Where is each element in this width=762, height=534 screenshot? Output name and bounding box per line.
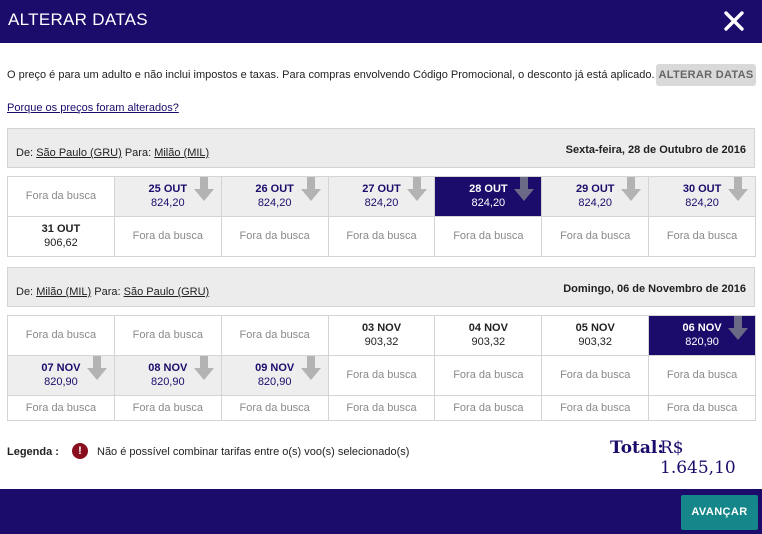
date-cell-unavailable: Fora da busca — [542, 356, 650, 396]
date-cell-unavailable: Fora da busca — [649, 396, 757, 421]
outbound-date: Sexta-feira, 28 de Outubro de 2016 — [565, 144, 746, 156]
date-cell[interactable]: 25 OUT 824,20 — [114, 177, 222, 217]
legend-text: Não é possível combinar tarifas entre o(… — [97, 446, 410, 458]
date-row: Fora da busca Fora da busca Fora da busca F… — [8, 396, 757, 421]
to-city: São Paulo (GRU) — [123, 286, 210, 298]
date-cell-unavailable: Fora da busca — [435, 396, 543, 421]
from-label: De: — [16, 147, 34, 159]
outbound-route: De: São Paulo (GRU) Para: Milão (MIL) — [16, 147, 209, 159]
to-label: Para: — [94, 286, 121, 298]
date-cell[interactable]: 27 OUT 824,20 — [328, 177, 436, 217]
to-city: Milão (MIL) — [154, 147, 210, 159]
price-drop-arrow-icon — [406, 177, 428, 203]
date-cell-selected[interactable]: 06 NOV 820,90 — [649, 316, 757, 356]
cell-date: 03 NOV — [361, 322, 402, 334]
price-drop-arrow-icon — [727, 316, 749, 342]
price-drop-arrow-icon — [727, 177, 749, 203]
return-route: De: Milão (MIL) Para: São Paulo (GRU) — [16, 286, 209, 298]
price-drop-arrow-icon — [193, 356, 215, 382]
date-cell-unavailable: Fora da busca — [435, 217, 543, 257]
date-cell-unavailable: Fora da busca — [328, 217, 436, 257]
from-city: São Paulo (GRU) — [36, 147, 122, 159]
total-label: Total: — [610, 438, 664, 458]
return-leg-header: De: Milão (MIL) Para: São Paulo (GRU) Do… — [7, 267, 755, 307]
date-cell-unavailable: Fora da busca — [221, 396, 329, 421]
date-cell[interactable]: 31 OUT 906,62 — [8, 217, 115, 257]
price-drop-arrow-icon — [300, 356, 322, 382]
date-cell-unavailable: Fora da busca — [328, 396, 436, 421]
date-cell-unavailable: Fora da busca — [8, 396, 115, 421]
date-row: Fora da busca Fora da busca Fora da busca 0… — [8, 316, 757, 356]
legend-label: Legenda : — [7, 446, 59, 458]
cell-date: 31 OUT — [41, 223, 81, 235]
price-changed-link[interactable]: Porque os preços foram alterados? — [7, 102, 179, 114]
to-label: Para: — [124, 147, 152, 159]
alert-icon: ! — [72, 443, 88, 459]
close-icon[interactable] — [720, 7, 748, 35]
date-cell-unavailable: Fora da busca — [542, 217, 650, 257]
date-cell[interactable]: 08 NOV 820,90 — [114, 356, 222, 396]
price-info-text: O preço é para um adulto e não inclui im… — [7, 69, 655, 81]
date-cell-unavailable: Fora da busca — [328, 356, 436, 396]
cell-date: 05 NOV — [575, 322, 615, 334]
cell-price: 903,32 — [471, 336, 506, 348]
date-cell-unavailable: Fora da busca — [435, 356, 543, 396]
total-value: R$ 1.645,10 — [660, 438, 736, 478]
date-cell-unavailable: Fora da busca — [649, 356, 757, 396]
price-drop-arrow-icon — [513, 177, 535, 203]
return-date: Domingo, 06 de Novembro de 2016 — [563, 283, 746, 295]
modal-header: ALTERAR DATAS — [0, 0, 762, 43]
date-cell[interactable]: 05 NOV 903,32 — [542, 316, 650, 356]
date-row: Fora da busca 25 OUT 824,20 26 OUT 824,20 27 … — [8, 177, 757, 217]
date-cell[interactable]: 03 NOV 903,32 — [328, 316, 436, 356]
return-date-grid: Fora da busca Fora da busca Fora da busca 0… — [7, 315, 757, 421]
advance-button[interactable]: AVANÇAR — [681, 495, 758, 530]
date-cell-selected[interactable]: 28 OUT 824,20 — [435, 177, 543, 217]
price-drop-arrow-icon — [193, 177, 215, 203]
date-cell[interactable]: 09 NOV 820,90 — [221, 356, 329, 396]
date-cell-unavailable: Fora da busca — [221, 217, 329, 257]
price-drop-arrow-icon — [620, 177, 642, 203]
date-cell-unavailable: Fora da busca — [8, 316, 115, 356]
from-city: Milão (MIL) — [36, 286, 92, 298]
date-row: 07 NOV 820,90 08 NOV 820,90 09 NOV 820,90 Fora… — [8, 356, 757, 396]
date-cell-unavailable: Fora da busca — [221, 316, 329, 356]
date-cell[interactable]: 29 OUT 824,20 — [542, 177, 650, 217]
date-row: 31 OUT 906,62 Fora da busca Fora da busca Fo… — [8, 217, 757, 257]
outbound-leg-header: De: São Paulo (GRU) Para: Milão (MIL) Se… — [7, 128, 755, 168]
cell-price: 903,32 — [364, 336, 399, 348]
date-cell-unavailable: Fora da busca — [542, 396, 650, 421]
date-cell-unavailable: Fora da busca — [8, 177, 115, 217]
modal-footer — [0, 489, 762, 534]
date-cell-unavailable: Fora da busca — [649, 217, 757, 257]
price-drop-arrow-icon — [86, 356, 108, 382]
outbound-date-grid: Fora da busca 25 OUT 824,20 26 OUT 824,20 27 … — [7, 176, 757, 257]
date-cell[interactable]: 07 NOV 820,90 — [8, 356, 115, 396]
price-drop-arrow-icon — [300, 177, 322, 203]
cell-price: 906,62 — [44, 237, 78, 249]
date-cell-unavailable: Fora da busca — [114, 217, 222, 257]
cell-date: 04 NOV — [468, 322, 508, 334]
date-cell[interactable]: 04 NOV 903,32 — [435, 316, 543, 356]
cell-price: 903,32 — [578, 336, 613, 348]
date-cell-unavailable: Fora da busca — [114, 396, 222, 421]
date-cell[interactable]: 30 OUT 824,20 — [649, 177, 757, 217]
from-label: De: — [16, 286, 34, 298]
date-cell[interactable]: 26 OUT 824,20 — [221, 177, 329, 217]
date-cell-unavailable: Fora da busca — [114, 316, 222, 356]
modal-title: ALTERAR DATAS — [8, 10, 148, 29]
alter-dates-button[interactable]: ALTERAR DATAS — [656, 64, 756, 86]
